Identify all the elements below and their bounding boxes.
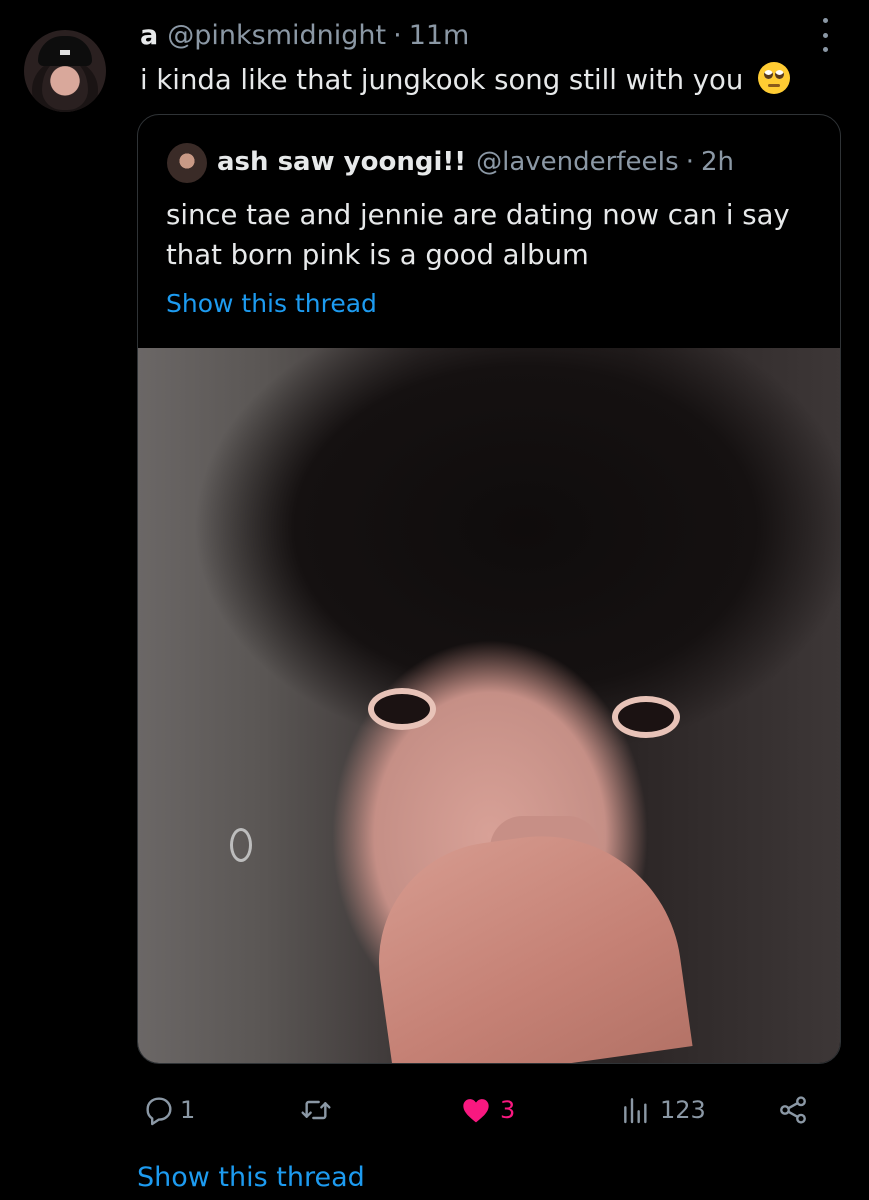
- more-dot: [822, 32, 828, 38]
- author-handle[interactable]: @pinksmidnight: [167, 20, 386, 51]
- like-button[interactable]: 3: [458, 1090, 515, 1130]
- quoted-tweet-header: ash saw yoongi!! @lavenderfeeIs · 2h: [217, 142, 734, 182]
- share-button[interactable]: [776, 1090, 810, 1130]
- quoted-tweet-photo[interactable]: [138, 348, 840, 1063]
- more-dot: [822, 18, 828, 23]
- tweet-text: i kinda like that jungkook song still wi…: [140, 64, 744, 96]
- like-count: 3: [500, 1096, 516, 1124]
- quoted-author-avatar[interactable]: [167, 143, 207, 183]
- tweet-timestamp[interactable]: 11m: [409, 20, 470, 51]
- avatar-cap: [38, 36, 92, 66]
- reply-count: 1: [180, 1096, 196, 1124]
- photo-earring: [230, 828, 252, 862]
- share-icon: [780, 1096, 806, 1124]
- reply-icon: [146, 1097, 172, 1126]
- quoted-tweet[interactable]: ash saw yoongi!! @lavenderfeeIs · 2h sin…: [137, 114, 841, 1064]
- author-avatar[interactable]: [24, 30, 106, 112]
- more-dot: [822, 47, 828, 52]
- reply-button[interactable]: 1: [142, 1090, 195, 1130]
- author-display-name[interactable]: a: [140, 20, 158, 51]
- quoted-header-separator: ·: [685, 147, 694, 177]
- quoted-show-thread-link[interactable]: Show this thread: [166, 289, 377, 318]
- retweet-button[interactable]: [298, 1090, 338, 1130]
- photo-left-eye: [374, 694, 430, 724]
- photo-hand: [363, 818, 693, 1063]
- quoted-tweet-text: since tae and jennie are dating now can …: [166, 199, 790, 271]
- retweet-icon: [301, 1100, 331, 1120]
- views-count: 123: [660, 1096, 706, 1124]
- photo-right-eye: [618, 702, 674, 732]
- quoted-author-handle: @lavenderfeeIs: [476, 147, 679, 177]
- views-chart-icon: [624, 1098, 647, 1124]
- tweet-header: a @pinksmidnight · 11m: [140, 20, 469, 56]
- tweet: a @pinksmidnight · 11m i kinda like that…: [0, 0, 869, 1200]
- avatar-hair: [32, 60, 98, 112]
- rolling-eyes-emoji-icon: [758, 62, 791, 94]
- tweet-body: i kinda like that jungkook song still wi…: [140, 60, 840, 100]
- more-options-icon[interactable]: [816, 18, 834, 52]
- show-thread-link[interactable]: Show this thread: [137, 1162, 365, 1193]
- quoted-tweet-timestamp: 2h: [700, 147, 734, 177]
- views-button[interactable]: 123: [620, 1090, 706, 1130]
- heart-icon: [463, 1099, 489, 1123]
- tweet-action-bar: 1 3 123: [140, 1090, 830, 1130]
- quoted-author-display-name: ash saw yoongi!!: [217, 147, 467, 177]
- header-separator: ·: [393, 20, 402, 51]
